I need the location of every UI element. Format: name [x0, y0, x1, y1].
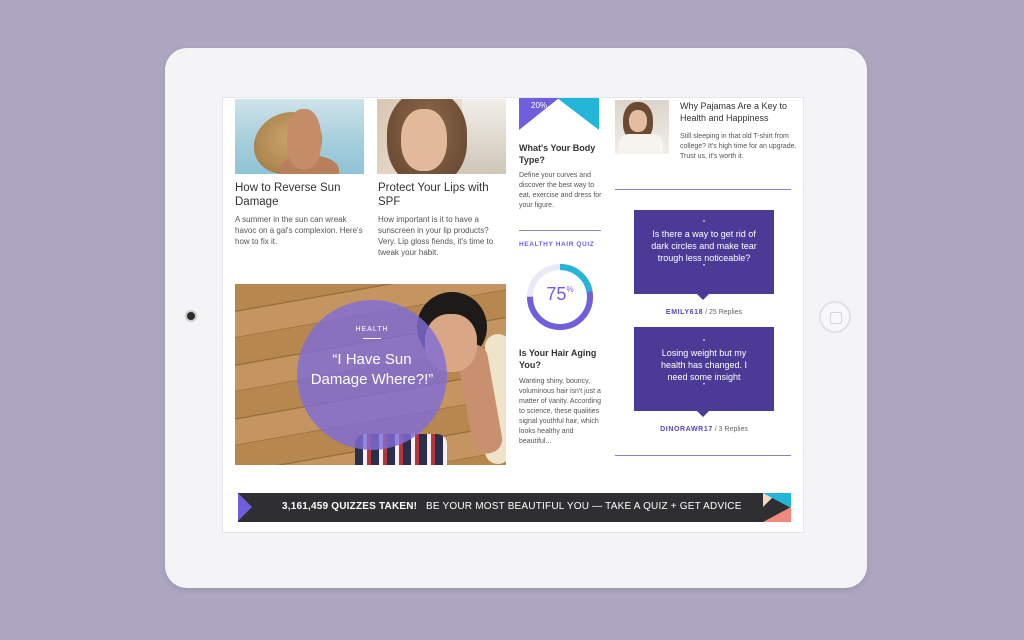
hair-quiz-title[interactable]: Is Your Hair Aging You?: [519, 347, 603, 371]
body-shape: [619, 134, 663, 154]
username[interactable]: EMILY618: [666, 309, 703, 316]
feature-overlay[interactable]: HEALTH “I Have Sun Damage Where?!”: [297, 300, 447, 450]
question-text: Is there a way to get rid of dark circle…: [651, 229, 757, 263]
pajamas-thumbnail[interactable]: [615, 100, 669, 154]
feature-quote: “I Have Sun Damage Where?!”: [310, 351, 434, 388]
quiz-score: 75%: [525, 284, 595, 305]
article-description: How important is it to have a sunscreen …: [378, 215, 494, 257]
home-button[interactable]: [819, 301, 851, 333]
article-title[interactable]: How to Reverse Sun Damage: [235, 181, 365, 209]
quiz-count: 3,161,459 QUIZZES TAKEN!: [282, 501, 418, 512]
banner-left-triangle: [238, 493, 252, 521]
photo-background: [462, 99, 506, 174]
app-screen: How to Reverse Sun Damage A summer in th…: [222, 97, 804, 533]
question-text: Losing weight but my health has changed.…: [660, 348, 748, 382]
banner-message: BE YOUR MOST BEAUTIFUL YOU — TAKE A QUIZ…: [426, 501, 742, 512]
divider: [615, 189, 791, 190]
quiz-score-value: 75: [546, 284, 567, 304]
body-type-title[interactable]: What's Your Body Type?: [519, 142, 603, 166]
pajamas-title[interactable]: Why Pajamas Are a Key to Health and Happ…: [680, 100, 798, 124]
reply-count: / 25 Replies: [703, 309, 743, 316]
question-bubble[interactable]: “ Is there a way to get rid of dark circ…: [634, 210, 774, 300]
open-quote: “: [702, 339, 706, 346]
close-quote: ”: [702, 383, 706, 390]
article-title[interactable]: Protect Your Lips with SPF: [378, 181, 508, 209]
decor-triangle: [763, 493, 791, 508]
pajamas-description: Still sleeping in that old T-shirt from …: [680, 133, 797, 160]
face-shape: [287, 109, 321, 169]
quiz-banner[interactable]: 3,161,459 QUIZZES TAKEN! BE YOUR MOST BE…: [238, 493, 791, 522]
tablet-frame: How to Reverse Sun Damage A summer in th…: [165, 48, 867, 588]
quiz-label: HEALTHY HAIR QUIZ: [519, 241, 595, 248]
body-type-description: Define your curves and discover the best…: [519, 172, 602, 209]
feature-tag: HEALTH: [355, 326, 389, 333]
face-shape: [629, 110, 647, 132]
reply-meta[interactable]: DINORAWR17 / 3 Replies: [634, 426, 774, 433]
open-quote: “: [702, 220, 706, 227]
badge-percent: 20%: [531, 101, 548, 110]
divider: [615, 455, 791, 456]
close-quote: ”: [702, 264, 706, 271]
username[interactable]: DINORAWR17: [660, 426, 713, 433]
question-bubble[interactable]: “ Losing weight but my health has change…: [634, 327, 774, 417]
reply-count: / 3 Replies: [712, 426, 748, 433]
decor-triangle: [763, 507, 791, 522]
feature-photo[interactable]: HEALTH “I Have Sun Damage Where?!”: [235, 284, 506, 465]
lips-photo[interactable]: [377, 99, 506, 174]
badge-teal-triangle: [557, 98, 599, 130]
divider: [363, 338, 381, 339]
reply-meta[interactable]: EMILY618 / 25 Replies: [634, 309, 774, 316]
camera-icon: [187, 312, 195, 320]
quiz-score-unit: %: [566, 285, 574, 294]
body-type-badge: 20%: [519, 98, 599, 130]
banner-right-decoration: [763, 493, 791, 522]
divider: [519, 230, 601, 231]
face-shape: [401, 109, 447, 171]
hair-quiz-description: Wanting shiny, bouncy, voluminous hair i…: [519, 378, 601, 445]
sun-hat-photo[interactable]: [235, 99, 364, 174]
article-description: A summer in the sun can wreak havoc on a…: [235, 215, 363, 246]
